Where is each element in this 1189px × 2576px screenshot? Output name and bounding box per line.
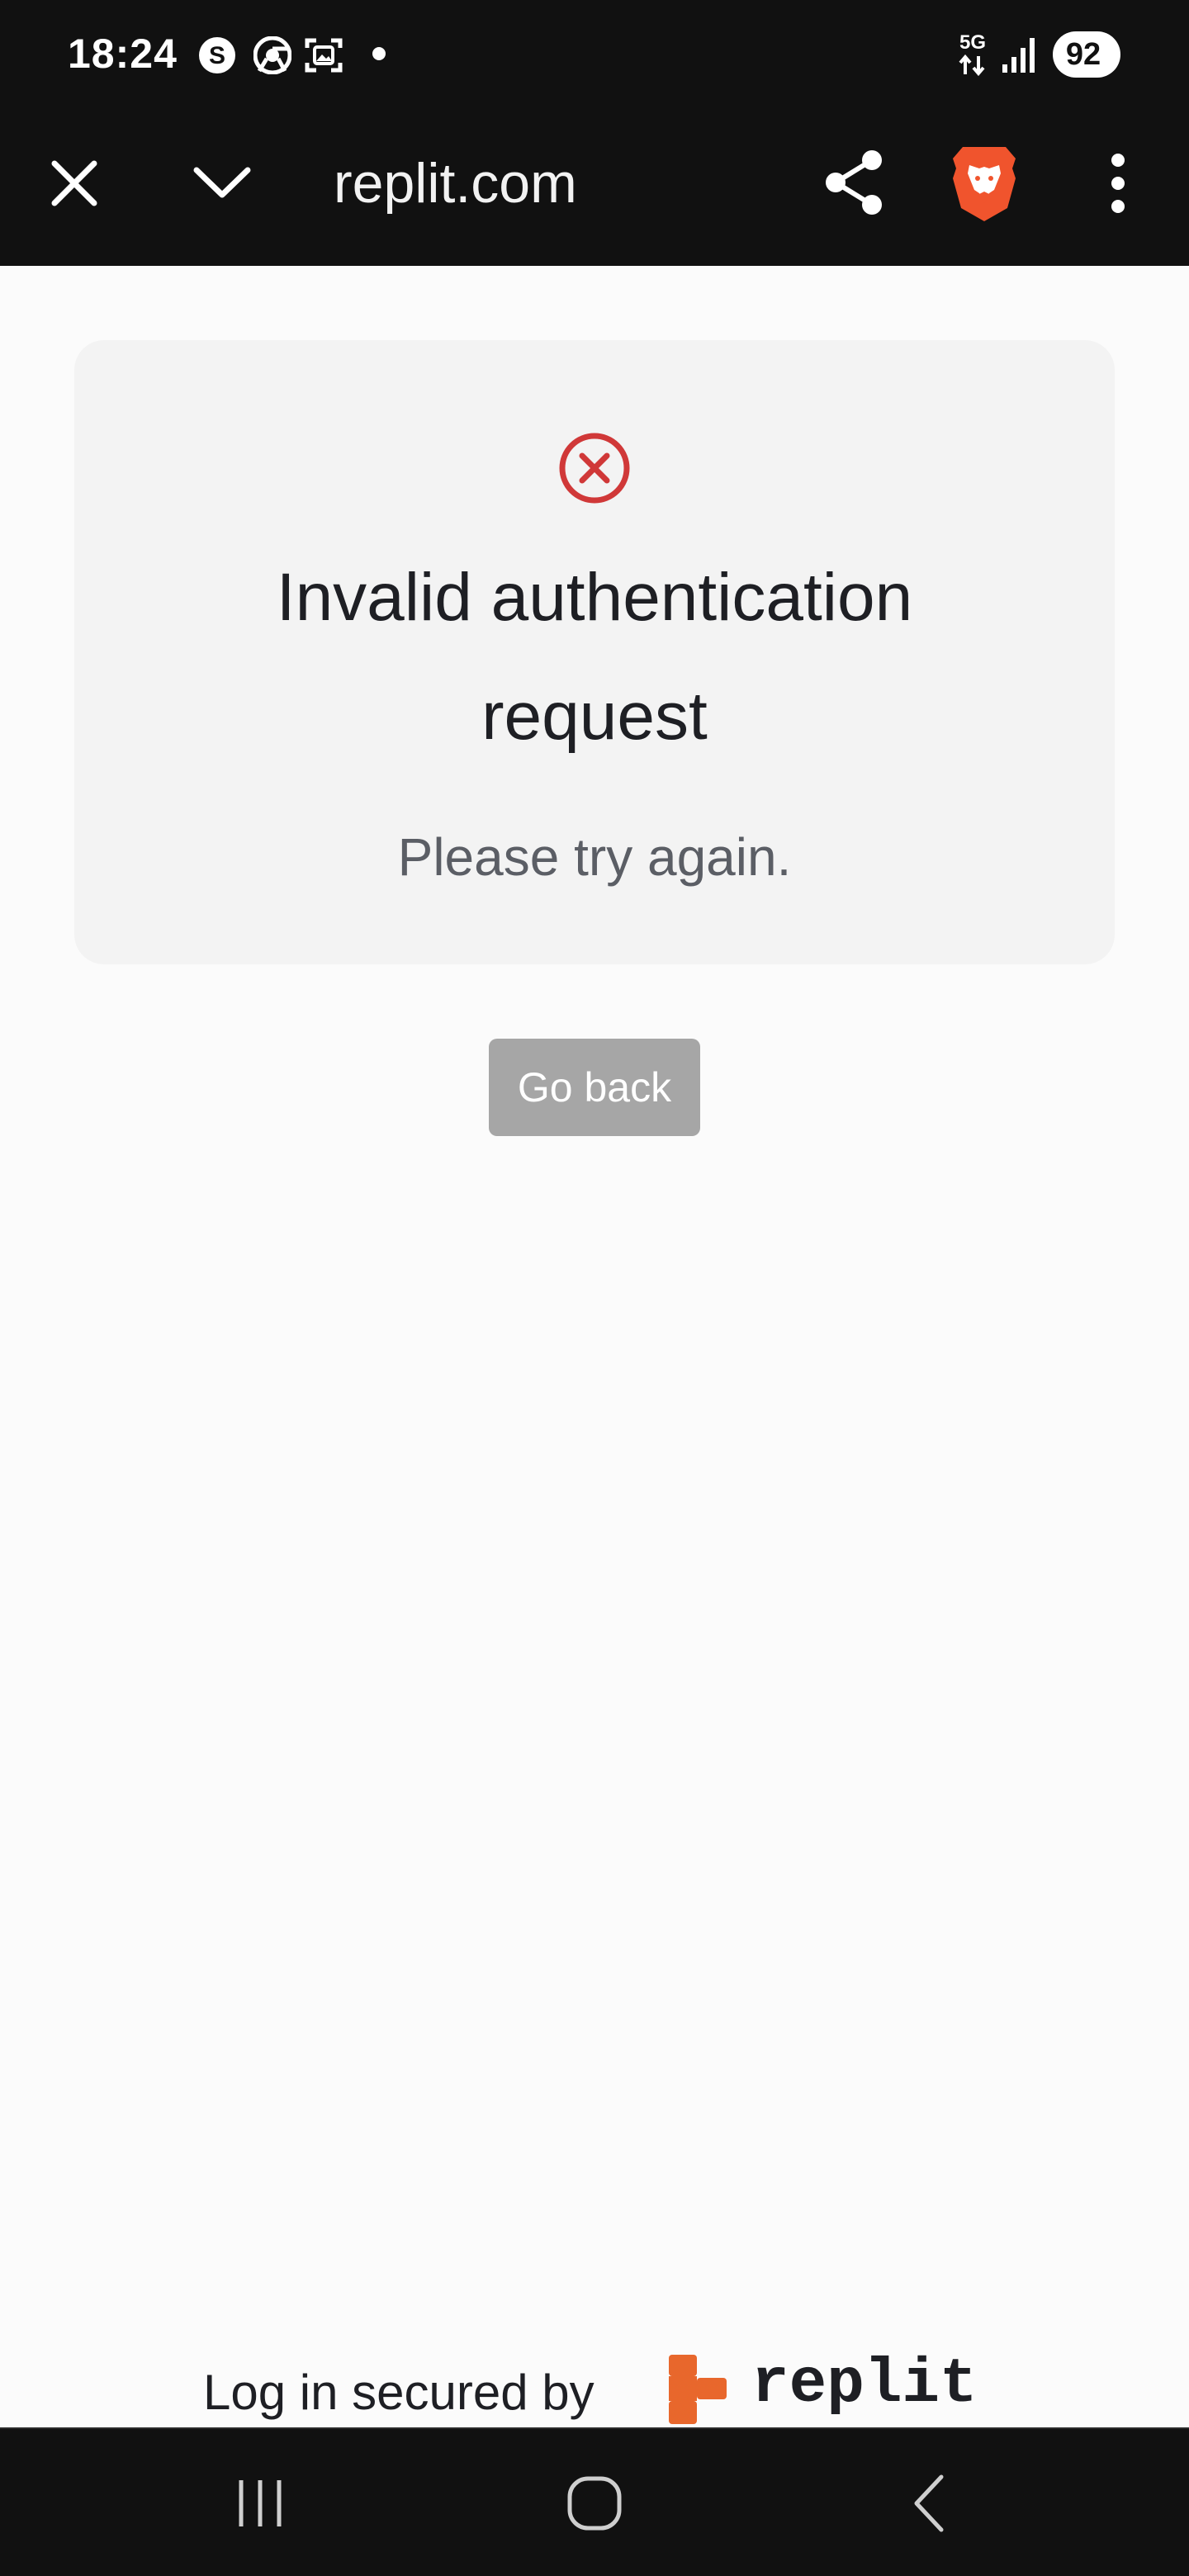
footer-text: Log in secured by [203, 2365, 594, 2420]
notification-dot [372, 47, 386, 60]
screenshot-icon [305, 38, 343, 73]
signal-icon [1002, 38, 1035, 73]
share-icon[interactable] [822, 149, 885, 216]
go-back-button[interactable]: Go back [489, 1039, 700, 1136]
more-vert-icon[interactable] [1108, 152, 1128, 215]
recent-apps-icon[interactable] [223, 2470, 297, 2536]
status-bar: 18:24 S 5G 92 [0, 0, 1189, 109]
network-5g-label: 5G [959, 31, 987, 54]
home-icon[interactable] [557, 2470, 632, 2536]
replit-logo-icon [669, 2355, 727, 2424]
error-title-line-1: Invalid authentication [276, 560, 913, 635]
s-icon: S [199, 37, 235, 73]
battery-level: 92 [1065, 37, 1101, 72]
chrome-icon [253, 36, 291, 74]
back-icon[interactable] [892, 2470, 966, 2536]
brave-lion-icon[interactable] [950, 144, 1019, 223]
error-subtitle: Please try again. [397, 827, 792, 887]
error-card: Invalid authentication request Please tr… [74, 340, 1115, 964]
replit-wordmark[interactable]: replit [751, 2350, 978, 2419]
error-circle-x-icon [559, 433, 630, 504]
android-nav-bar [0, 2427, 1189, 2576]
url-display[interactable]: replit.com [334, 142, 577, 225]
battery-icon: 92 [1053, 31, 1120, 78]
close-icon[interactable] [48, 157, 101, 210]
error-title: Invalid authentication request [74, 538, 1115, 776]
error-title-line-2: request [481, 679, 708, 754]
browser-toolbar: replit.com [0, 109, 1189, 266]
svg-text:S: S [209, 42, 225, 69]
footer: Log in secured by replit [0, 2345, 1189, 2427]
network-arrows-icon [959, 54, 985, 76]
status-time: 18:24 [68, 31, 178, 77]
chevron-down-icon[interactable] [192, 162, 253, 203]
